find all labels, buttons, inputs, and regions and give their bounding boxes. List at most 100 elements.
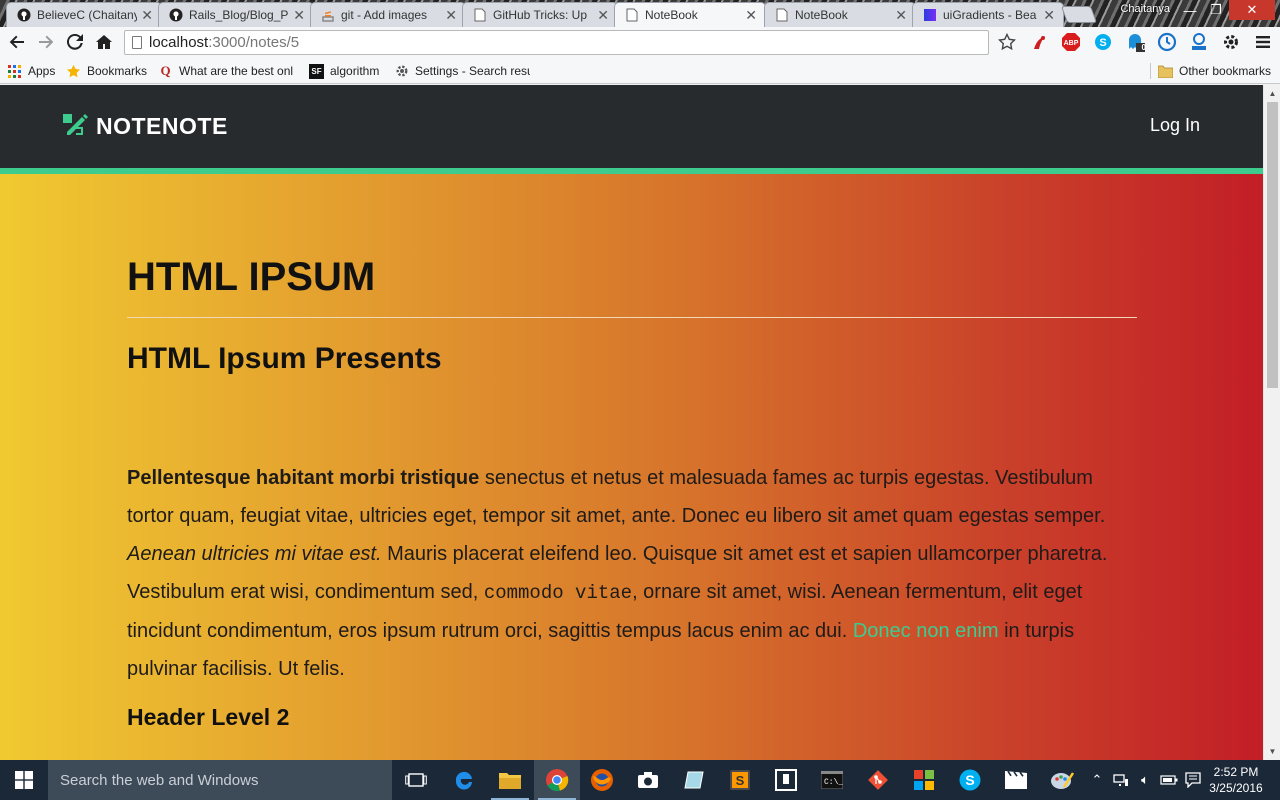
bookmark-star-icon[interactable] bbox=[996, 31, 1018, 53]
bold-text: Pellentesque habitant morbi tristique bbox=[127, 467, 480, 489]
profile-name[interactable]: Chaitanya bbox=[1120, 3, 1170, 15]
action-center-icon[interactable] bbox=[1182, 760, 1204, 800]
skype-taskbar-icon[interactable]: S bbox=[947, 760, 993, 800]
close-icon[interactable]: ✕ bbox=[745, 7, 757, 24]
code-text: commodo vitae bbox=[483, 582, 633, 604]
tab-git-add-images[interactable]: git - Add images ✕ bbox=[310, 2, 466, 27]
site-navbar: NOTENOTE Log In bbox=[0, 85, 1263, 168]
file-explorer-icon[interactable] bbox=[487, 760, 533, 800]
scroll-up-icon[interactable]: ▲ bbox=[1264, 85, 1280, 102]
login-link[interactable]: Log In bbox=[1150, 115, 1200, 136]
brand-pencil-icon bbox=[62, 112, 88, 141]
taskbar-search-box[interactable]: Search the web and Windows bbox=[48, 760, 392, 800]
reload-icon[interactable] bbox=[65, 32, 85, 52]
bookmark-quora[interactable]: Q What are the best onl bbox=[158, 62, 298, 80]
sf-icon: SF bbox=[309, 63, 324, 79]
extension-badge: 0 bbox=[1141, 43, 1146, 52]
task-view-icon[interactable] bbox=[393, 760, 439, 800]
page-icon bbox=[473, 8, 487, 22]
tab-title: NoteBook bbox=[795, 8, 848, 22]
volume-icon[interactable]: 🔈︎ bbox=[1134, 760, 1156, 800]
network-icon[interactable] bbox=[1110, 760, 1132, 800]
skype-icon[interactable]: S bbox=[1092, 31, 1114, 53]
chrome-icon[interactable] bbox=[534, 760, 580, 800]
close-icon[interactable]: ✕ bbox=[141, 7, 153, 24]
edge-icon[interactable] bbox=[441, 760, 487, 800]
menu-icon[interactable] bbox=[1252, 31, 1274, 53]
address-bar[interactable]: localhost:3000/notes/5 bbox=[124, 30, 989, 55]
ghostery-icon[interactable]: 0 bbox=[1124, 31, 1146, 53]
stackoverflow-icon bbox=[321, 8, 335, 22]
window-close-icon[interactable]: ✕ bbox=[1229, 0, 1275, 20]
bookmark-settings[interactable]: Settings - Search resu bbox=[394, 62, 530, 80]
forward-icon[interactable] bbox=[36, 32, 56, 52]
minimize-icon[interactable]: — bbox=[1177, 0, 1203, 20]
title-divider bbox=[127, 317, 1137, 318]
camera-icon[interactable] bbox=[625, 760, 671, 800]
github-icon bbox=[17, 8, 31, 22]
windows-start-icon[interactable] bbox=[0, 760, 48, 800]
page-icon bbox=[132, 36, 142, 49]
back-icon[interactable] bbox=[7, 32, 27, 52]
notes-app-icon[interactable] bbox=[671, 760, 717, 800]
page-scrollbar[interactable]: ▲ ▼ bbox=[1263, 85, 1280, 760]
battery-icon[interactable] bbox=[1158, 760, 1180, 800]
sublime-text-icon[interactable]: S bbox=[717, 760, 763, 800]
search-placeholder: Search the web and Windows bbox=[60, 771, 259, 789]
paint-icon[interactable] bbox=[1039, 760, 1085, 800]
bookmark-label: Apps bbox=[28, 64, 56, 78]
bookmark-other[interactable]: Other bookmarks bbox=[1158, 62, 1271, 80]
folder-icon bbox=[1158, 64, 1173, 79]
page-icon bbox=[625, 8, 639, 22]
tray-expand-icon[interactable]: ⌃ bbox=[1088, 760, 1106, 800]
close-icon[interactable]: ✕ bbox=[895, 7, 907, 24]
bookmark-label: Settings - Search resu bbox=[415, 64, 530, 78]
bookmark-label: algorithm bbox=[330, 64, 380, 78]
firefox-icon[interactable] bbox=[579, 760, 625, 800]
terminal-icon[interactable]: C:\_ bbox=[809, 760, 855, 800]
brand-link[interactable]: NOTENOTE bbox=[62, 112, 228, 141]
quora-icon: Q bbox=[160, 63, 171, 78]
tab-title: uiGradients - Bea bbox=[943, 8, 1037, 22]
tiles-app-icon[interactable] bbox=[901, 760, 947, 800]
settings-gear-icon[interactable] bbox=[1220, 31, 1242, 53]
tab-believec[interactable]: BelieveC (Chaitanya ✕ bbox=[6, 2, 162, 27]
close-icon[interactable]: ✕ bbox=[445, 7, 457, 24]
tab-title: GitHub Tricks: Up bbox=[493, 8, 588, 22]
svg-text:S: S bbox=[965, 772, 974, 788]
bookmark-label: What are the best onl bbox=[179, 64, 294, 78]
bookmark-label: Other bookmarks bbox=[1179, 64, 1272, 78]
bookmarks-divider bbox=[1150, 63, 1151, 79]
tab-rails-blog[interactable]: Rails_Blog/Blog_P ✕ bbox=[158, 2, 314, 27]
note-paragraph: Pellentesque habitant morbi tristique se… bbox=[127, 459, 1137, 688]
close-icon[interactable]: ✕ bbox=[1043, 7, 1055, 24]
close-icon[interactable]: ✕ bbox=[293, 7, 305, 24]
tab-uigradients[interactable]: uiGradients - Bea ✕ bbox=[912, 2, 1064, 27]
header-level-2: Header Level 2 bbox=[127, 704, 290, 730]
tab-notebook[interactable]: NoteBook ✕ bbox=[764, 2, 916, 27]
video-editor-icon[interactable] bbox=[993, 760, 1039, 800]
bookmark-apps[interactable]: Apps bbox=[7, 62, 55, 80]
history-icon[interactable] bbox=[1156, 31, 1178, 53]
git-icon[interactable] bbox=[855, 760, 901, 800]
download-icon[interactable] bbox=[1188, 31, 1210, 53]
github-icon bbox=[169, 8, 183, 22]
tab-strip: BelieveC (Chaitanya ✕ Rails_Blog/Blog_P … bbox=[0, 0, 1280, 27]
italic-text: Aenean ultricies mi vitae est. bbox=[127, 543, 382, 565]
inline-link[interactable]: Donec non enim bbox=[853, 620, 999, 642]
scroll-thumb[interactable] bbox=[1267, 102, 1278, 388]
scroll-down-icon[interactable]: ▼ bbox=[1264, 743, 1280, 760]
bookmark-algorithm[interactable]: SF algorithm bbox=[309, 62, 379, 80]
tab-notebook-active[interactable]: NoteBook ✕ bbox=[614, 2, 766, 27]
lastpass-icon[interactable] bbox=[1029, 31, 1051, 53]
adblock-plus-icon[interactable]: ABP bbox=[1060, 31, 1082, 53]
new-tab-button[interactable] bbox=[1060, 6, 1098, 23]
window-app-icon[interactable] bbox=[763, 760, 809, 800]
restore-icon[interactable]: ❐ bbox=[1203, 0, 1229, 20]
svg-text:S: S bbox=[1099, 37, 1106, 49]
taskbar-clock[interactable]: 2:52 PM 3/25/2016 bbox=[1208, 764, 1264, 796]
tab-github-tricks[interactable]: GitHub Tricks: Up ✕ bbox=[462, 2, 618, 27]
home-icon[interactable] bbox=[94, 32, 114, 52]
bookmark-bookmarks[interactable]: Bookmarks bbox=[66, 62, 147, 80]
close-icon[interactable]: ✕ bbox=[597, 7, 609, 24]
